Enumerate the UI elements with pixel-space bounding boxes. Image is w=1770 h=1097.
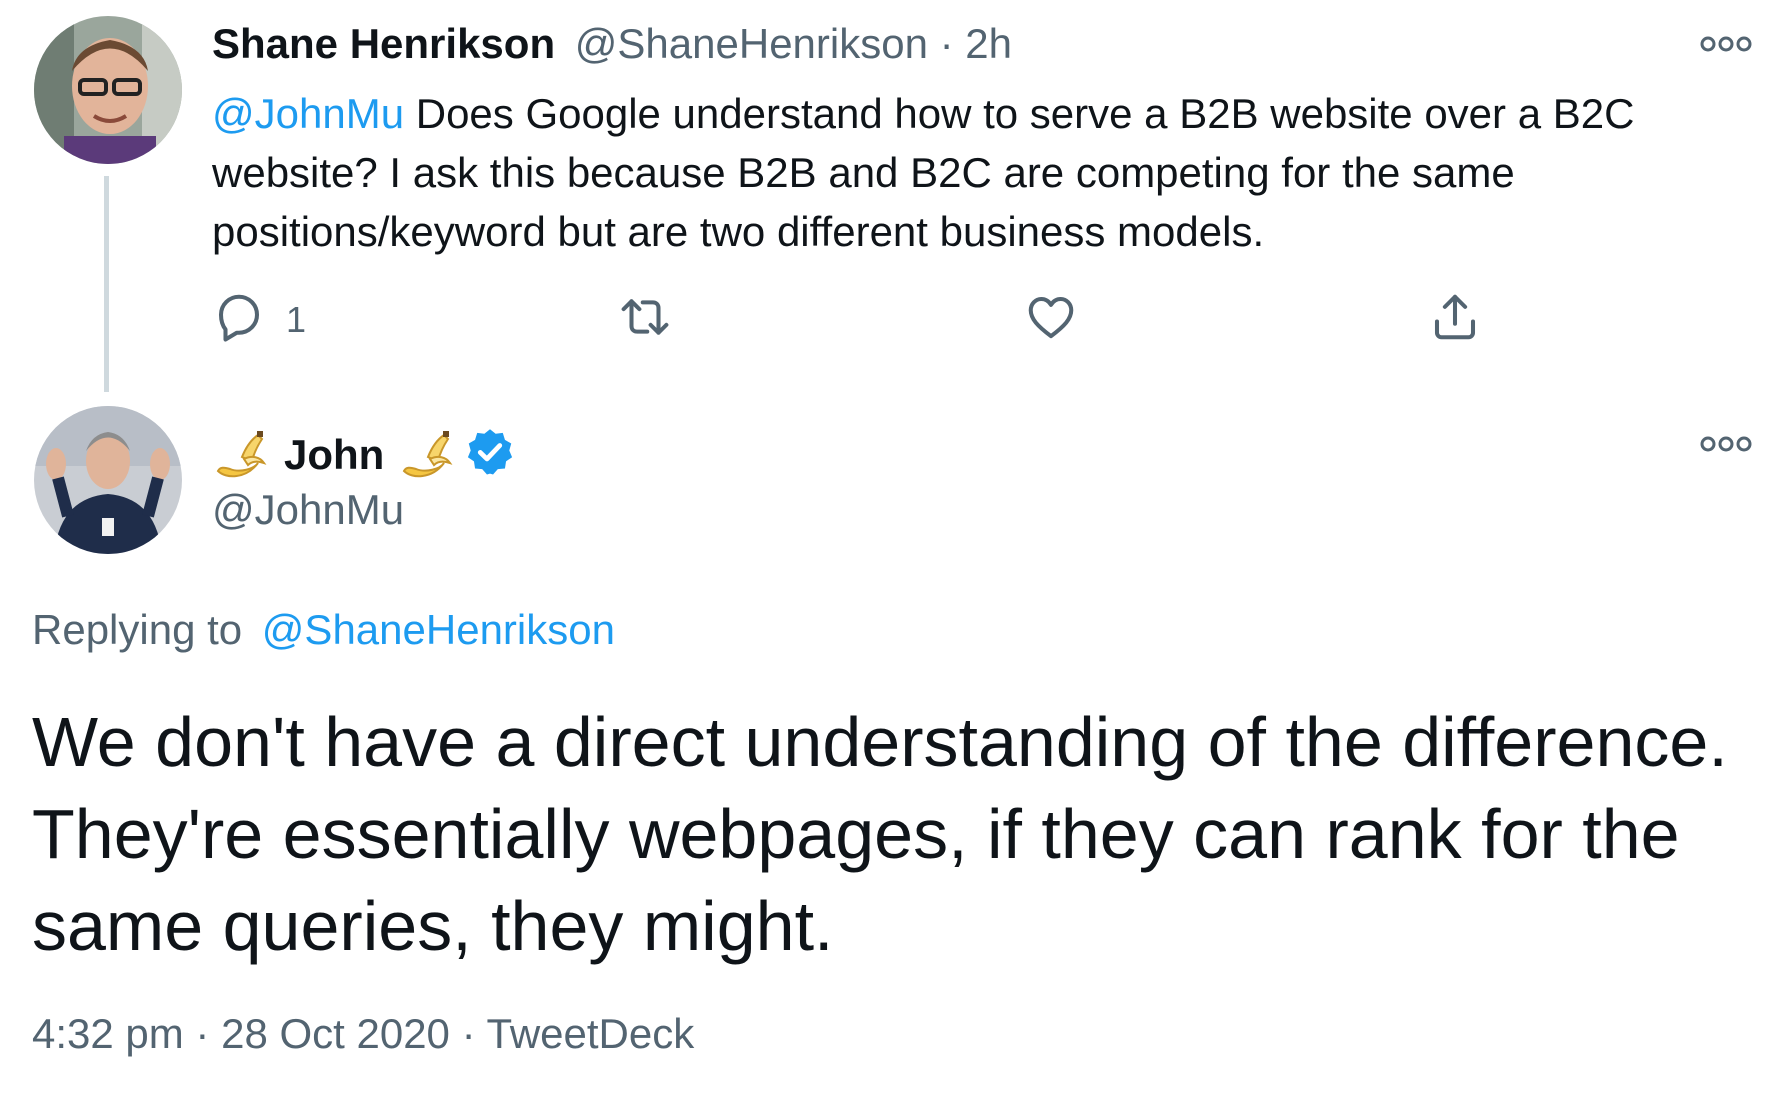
like-button[interactable] [1024,290,1078,349]
replying-to: Replying to @ShaneHenrikson [32,606,615,654]
replying-to-label: Replying to [32,606,243,653]
tweet1-mention-link[interactable]: @JohnMu [212,90,404,137]
tweet1-body: Does Google understand how to serve a B2… [212,90,1635,255]
tweet1-text: @JohnMu Does Google understand how to se… [212,84,1732,261]
retweet-icon [618,290,672,349]
replying-to-handle-link[interactable]: @ShaneHenrikson [262,606,615,653]
reply-count: 1 [286,298,307,340]
verified-badge-icon [464,426,516,483]
tweet1-timestamp[interactable]: 2h [965,20,1012,67]
avatar-shane[interactable] [34,16,182,164]
retweet-button[interactable] [618,290,672,349]
tweet2-source[interactable]: TweetDeck [487,1010,695,1057]
tweet2-name-row: John [212,426,516,483]
reply-button[interactable]: 1 [212,290,306,349]
meta-separator-2: · [449,1010,487,1057]
tweet1-author-name[interactable]: Shane Henrikson [212,20,555,67]
tweet1-header: Shane Henrikson @ShaneHenrikson · 2h [212,20,1012,68]
thread-line [104,176,109,392]
share-icon [1428,290,1482,349]
tweet2-date[interactable]: 28 Oct 2020 [221,1010,450,1057]
tweet2-text: We don't have a direct understanding of … [32,703,1728,965]
tweet2-meta: 4:32 pm · 28 Oct 2020 · TweetDeck [32,1010,694,1058]
tweet2-more-icon[interactable] [1700,434,1752,454]
tweet2-author-name[interactable]: John [284,431,384,479]
avatar-john[interactable] [34,406,182,554]
tweet2-author-handle[interactable]: @JohnMu [212,486,404,534]
reply-icon [212,290,266,349]
like-icon [1024,290,1078,349]
tweet2-time[interactable]: 4:32 pm [32,1010,184,1057]
meta-separator-1: · [183,1010,222,1057]
tweet1-author-handle[interactable]: @ShaneHenrikson [575,20,928,67]
share-button[interactable] [1428,290,1482,349]
banana-emoji-right [398,427,454,483]
tweet1-separator: · [927,20,966,67]
banana-emoji-left [212,427,268,483]
tweet1-more-icon[interactable] [1700,34,1752,54]
